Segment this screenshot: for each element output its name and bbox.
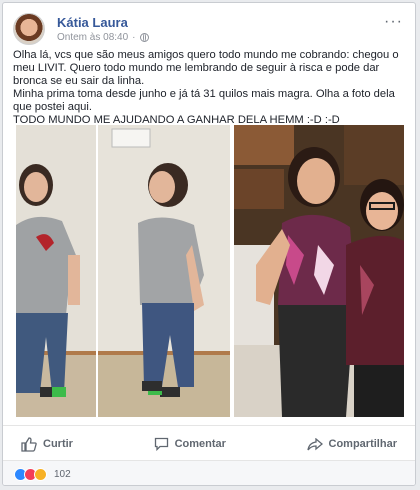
reactions-bar[interactable]: 102 xyxy=(3,460,415,485)
more-options-icon[interactable]: ··· xyxy=(384,13,403,31)
like-button[interactable]: Curtir xyxy=(13,436,81,452)
globe-icon xyxy=(139,33,149,42)
comment-label: Comentar xyxy=(174,438,226,450)
photo-before-front[interactable] xyxy=(16,125,96,417)
avatar[interactable] xyxy=(13,13,45,45)
photo-after[interactable] xyxy=(234,125,404,417)
post-text-line: Olha lá, vcs que são meus amigos quero t… xyxy=(13,49,399,87)
post-text-line: Minha prima toma desde junho e já tá 31 … xyxy=(13,88,395,113)
share-button[interactable]: Compartilhar xyxy=(299,437,405,451)
reaction-icons xyxy=(14,468,47,481)
comment-button[interactable]: Comentar xyxy=(146,437,234,451)
share-icon xyxy=(306,437,323,450)
photo-before-side[interactable] xyxy=(98,125,230,417)
share-label: Compartilhar xyxy=(328,438,397,450)
reaction-count[interactable]: 102 xyxy=(54,469,71,480)
wow-icon xyxy=(34,468,47,481)
post-card: Kátia Laura Ontem às 08:40 · ··· Olha lá… xyxy=(2,2,416,486)
post-header: Kátia Laura Ontem às 08:40 · ··· xyxy=(13,13,405,47)
action-divider xyxy=(3,425,415,426)
photo-collage[interactable] xyxy=(16,125,404,417)
thumbs-up-icon xyxy=(21,436,37,452)
post-timestamp[interactable]: Ontem às 08:40 xyxy=(57,32,128,43)
author-name[interactable]: Kátia Laura xyxy=(57,15,128,30)
comment-icon xyxy=(154,437,168,451)
post-actions: Curtir Comentar Compartilhar xyxy=(13,431,405,457)
like-label: Curtir xyxy=(43,438,73,450)
post-meta: Ontem às 08:40 · xyxy=(57,32,149,43)
post-text: Olha lá, vcs que são meus amigos quero t… xyxy=(13,49,409,127)
